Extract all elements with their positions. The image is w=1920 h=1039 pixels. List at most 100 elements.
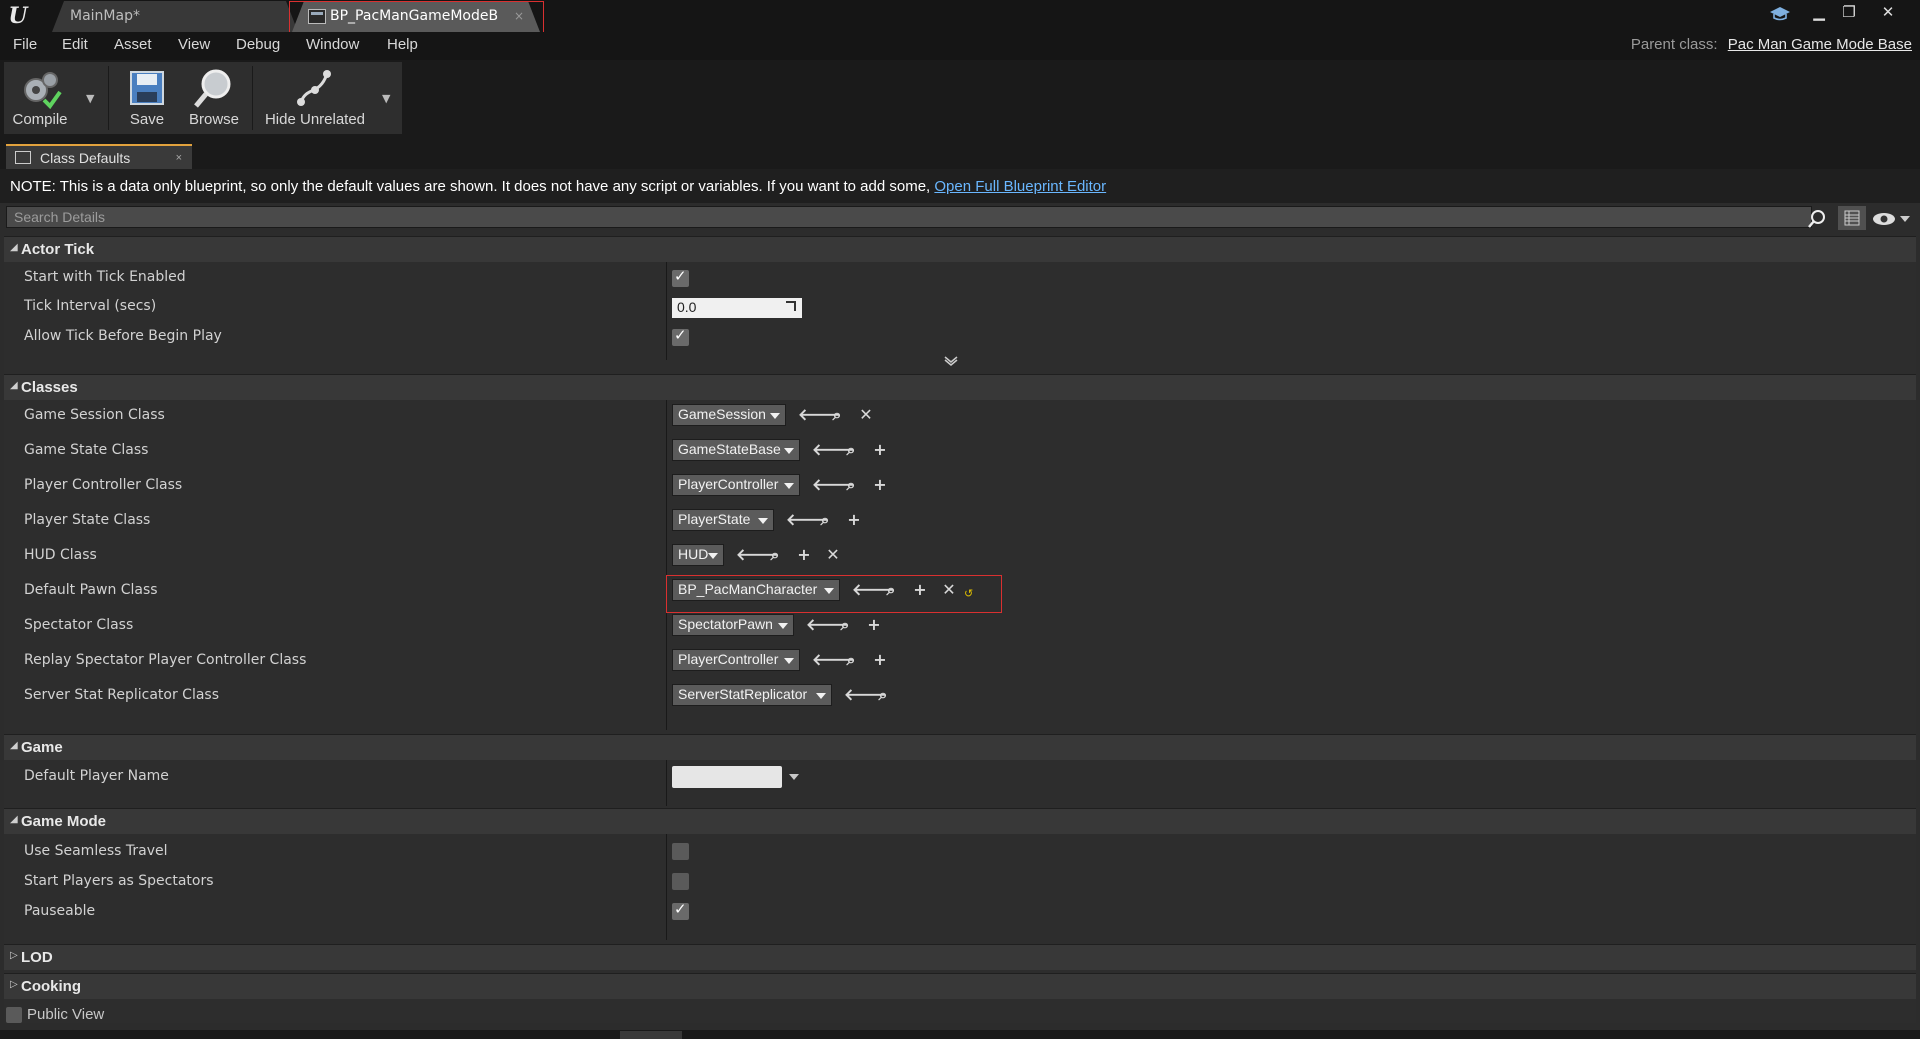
property-row: Use Seamless Travel xyxy=(4,843,1916,869)
pauseable-checkbox[interactable] xyxy=(672,900,689,920)
property-label: Tick Interval (secs) xyxy=(24,298,157,314)
browse-search-icon[interactable]: ⌕ xyxy=(841,475,861,495)
collapse-triangle-icon: ◢ xyxy=(10,242,18,253)
class-defaults-icon xyxy=(15,151,31,164)
class-defaults-tab[interactable]: Class Defaults × xyxy=(6,144,192,169)
use-selected-arrow-icon[interactable]: 🡐 xyxy=(852,580,895,600)
add-new-plus-icon[interactable]: + xyxy=(794,545,814,565)
start-with-tick-enabled-checkbox[interactable] xyxy=(672,267,689,287)
minimize-icon[interactable]: ▁ xyxy=(1807,2,1831,22)
category-game[interactable]: ◢ Game xyxy=(4,734,1916,760)
public-view-toggle[interactable]: Public View xyxy=(4,1004,404,1026)
browse-search-icon[interactable]: ⌕ xyxy=(815,510,835,530)
add-new-plus-icon[interactable]: + xyxy=(870,650,890,670)
menu-asset[interactable]: Asset xyxy=(114,36,152,53)
data-only-note: NOTE: This is a data only blueprint, so … xyxy=(0,169,1920,203)
use-selected-arrow-icon[interactable]: 🡐 xyxy=(806,615,849,635)
tick-interval-value: 0.0 xyxy=(677,299,697,315)
default-player-name-input[interactable] xyxy=(672,766,782,788)
use-selected-arrow-icon[interactable]: 🡐 xyxy=(798,405,841,425)
menu-file[interactable]: File xyxy=(13,36,37,53)
document-tab-blueprint[interactable]: BP_PacManGameModeB × xyxy=(292,1,540,32)
tab-close-icon[interactable]: × xyxy=(514,1,524,32)
maximize-icon[interactable]: ❐ xyxy=(1837,2,1861,22)
horizontal-scroll-thumb[interactable] xyxy=(620,1031,682,1039)
browse-search-icon[interactable]: ⌕ xyxy=(881,580,901,600)
browse-label: Browse xyxy=(188,111,240,128)
menu-help[interactable]: Help xyxy=(387,36,418,53)
add-new-plus-icon[interactable]: + xyxy=(864,615,884,635)
category-lod[interactable]: ▷ LOD xyxy=(4,944,1916,970)
graduation-cap-icon[interactable] xyxy=(1768,4,1792,24)
player-name-dropdown-chevron-icon[interactable] xyxy=(789,774,799,780)
browse-search-icon[interactable]: ⌕ xyxy=(873,685,893,705)
add-new-plus-icon[interactable]: + xyxy=(844,510,864,530)
use-seamless-travel-checkbox[interactable] xyxy=(672,843,689,860)
property-label: Pauseable xyxy=(24,903,96,919)
category-cooking[interactable]: ▷ Cooking xyxy=(4,973,1916,999)
class-defaults-tab-label: Class Defaults xyxy=(40,150,131,166)
use-selected-arrow-icon[interactable]: 🡐 xyxy=(786,510,829,530)
class-picker-combo[interactable]: GameSession xyxy=(672,404,786,426)
browse-search-icon[interactable]: ⌕ xyxy=(765,545,785,565)
class-picker-combo[interactable]: HUD xyxy=(672,544,724,566)
class-picker-combo[interactable]: PlayerState xyxy=(672,509,774,531)
blueprint-icon xyxy=(308,9,326,24)
view-options-eye-icon[interactable] xyxy=(1870,209,1914,229)
menu-view[interactable]: View xyxy=(178,36,210,53)
add-new-plus-icon[interactable]: + xyxy=(870,475,890,495)
class-picker-combo[interactable]: PlayerController xyxy=(672,474,800,496)
reset-to-default-icon[interactable]: ↺ xyxy=(964,588,976,599)
parent-class-label: Parent class: xyxy=(1630,36,1718,53)
parent-class: Parent class: Pac Man Game Mode Base xyxy=(1631,36,1912,53)
browse-search-icon[interactable]: ⌕ xyxy=(835,615,855,635)
public-view-checkbox[interactable] xyxy=(6,1007,22,1023)
class-picker-combo[interactable]: BP_PacManCharacter xyxy=(672,579,840,601)
clear-x-icon[interactable]: ✕ xyxy=(939,580,959,600)
use-selected-arrow-icon[interactable]: 🡐 xyxy=(844,685,887,705)
allow-tick-before-begin-play-checkbox[interactable] xyxy=(672,326,689,346)
open-full-blueprint-editor-link[interactable]: Open Full Blueprint Editor xyxy=(934,178,1106,195)
browse-search-icon[interactable]: ⌕ xyxy=(827,405,847,425)
compile-button[interactable]: Compile xyxy=(4,62,76,134)
document-tab-mainmap[interactable]: MainMap* xyxy=(52,1,298,32)
class-picker-combo[interactable]: GameStateBase xyxy=(672,439,800,461)
hide-unrelated-button[interactable]: Hide Unrelated xyxy=(256,62,374,134)
use-selected-arrow-icon[interactable]: 🡐 xyxy=(812,440,855,460)
use-selected-arrow-icon[interactable]: 🡐 xyxy=(812,475,855,495)
use-selected-arrow-icon[interactable]: 🡐 xyxy=(736,545,779,565)
list-view-icon[interactable] xyxy=(1838,206,1866,230)
browse-search-icon[interactable]: ⌕ xyxy=(841,650,861,670)
class-picker-combo[interactable]: PlayerController xyxy=(672,649,800,671)
class-picker-combo[interactable]: SpectatorPawn xyxy=(672,614,794,636)
property-label: Start with Tick Enabled xyxy=(24,269,186,285)
add-new-plus-icon[interactable]: + xyxy=(910,580,930,600)
browse-search-icon[interactable]: ⌕ xyxy=(841,440,861,460)
hide-unrelated-options-chevron-icon[interactable]: ▼ xyxy=(382,92,390,105)
property-row: Spectator Class xyxy=(4,617,1916,643)
menu-debug[interactable]: Debug xyxy=(236,36,280,53)
search-icon[interactable] xyxy=(1806,208,1828,230)
add-new-plus-icon[interactable]: + xyxy=(870,440,890,460)
compile-options-chevron-icon[interactable]: ▼ xyxy=(86,92,94,105)
category-actor-tick[interactable]: ◢ Actor Tick xyxy=(4,236,1916,262)
tick-interval-field[interactable]: 0.0 xyxy=(672,298,802,318)
close-window-icon[interactable]: ✕ xyxy=(1876,2,1900,22)
save-button[interactable]: Save xyxy=(116,62,178,134)
clear-x-icon[interactable]: ✕ xyxy=(823,545,843,565)
menu-edit[interactable]: Edit xyxy=(62,36,88,53)
start-players-as-spectators-checkbox[interactable] xyxy=(672,873,689,890)
category-game-mode[interactable]: ◢ Game Mode xyxy=(4,808,1916,834)
status-bar xyxy=(0,1030,1920,1039)
menu-window[interactable]: Window xyxy=(306,36,359,53)
search-details-input[interactable]: Search Details xyxy=(6,206,1812,228)
close-tab-icon[interactable]: × xyxy=(176,146,182,171)
browse-button[interactable]: Browse xyxy=(180,62,248,134)
category-classes[interactable]: ◢ Classes xyxy=(4,374,1916,400)
class-picker-combo[interactable]: ServerStatReplicator xyxy=(672,684,832,706)
parent-class-link[interactable]: Pac Man Game Mode Base xyxy=(1728,36,1912,53)
show-advanced-chevron-icon[interactable] xyxy=(944,356,958,366)
clear-x-icon[interactable]: ✕ xyxy=(856,405,876,425)
use-selected-arrow-icon[interactable]: 🡐 xyxy=(812,650,855,670)
drag-arrow-icon[interactable] xyxy=(786,301,796,311)
